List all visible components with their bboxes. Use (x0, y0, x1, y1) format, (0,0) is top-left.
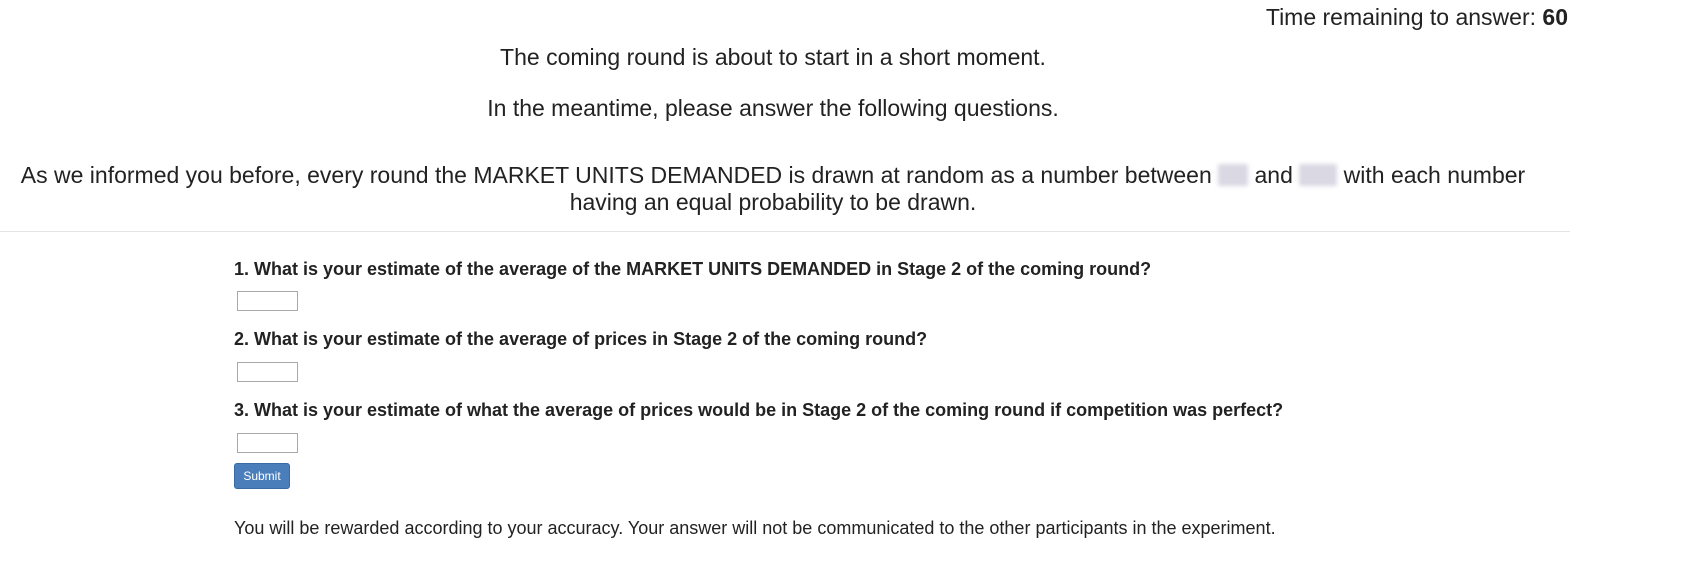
intro-line-2: In the meantime, please answer the follo… (487, 95, 1059, 121)
question-1-label: 1. What is your estimate of the average … (234, 259, 1152, 279)
info-part-2: and (1254, 162, 1293, 188)
submit-button[interactable]: Submit (234, 463, 290, 489)
reward-note: You will be rewarded according to your a… (234, 518, 1276, 538)
question-3-label: 3. What is your estimate of what the ave… (234, 400, 1284, 420)
section-divider (0, 231, 1570, 232)
redacted-max-value (1299, 164, 1338, 186)
question-2-input[interactable] (237, 362, 298, 382)
countdown-timer: Time remaining to answer: 60 (1266, 4, 1568, 31)
redacted-min-value (1218, 164, 1249, 186)
timer-label: Time remaining to answer: (1265, 4, 1537, 30)
info-part-1: As we informed you before, every round t… (20, 162, 1212, 188)
question-1-input[interactable] (237, 291, 298, 311)
question-3-input[interactable] (237, 433, 298, 453)
demand-info-text: As we informed you before, every round t… (0, 162, 1546, 216)
question-2-label: 2. What is your estimate of the average … (234, 329, 928, 349)
timer-seconds: 60 (1542, 4, 1568, 30)
intro-line-1: The coming round is about to start in a … (500, 44, 1046, 70)
